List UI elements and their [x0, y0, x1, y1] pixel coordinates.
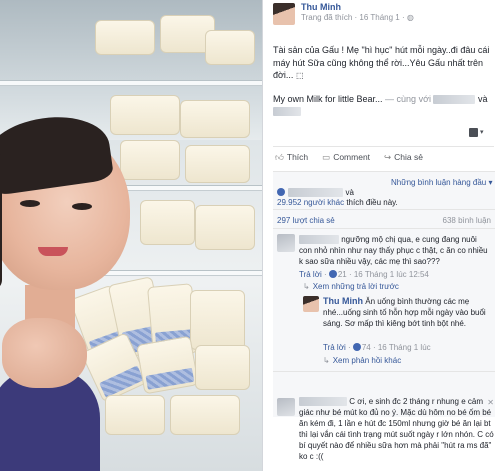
commenter-avatar-hidden[interactable] [277, 398, 295, 416]
post-photo[interactable] [0, 0, 262, 471]
with-label: — cùng với [385, 93, 431, 104]
post-actions: 👍︎ Thích ▭ Comment ↪ Chia sẻ [275, 152, 423, 163]
reply-arrow-icon: ↳ [323, 356, 330, 365]
author-avatar[interactable] [273, 3, 295, 25]
milk-bag [136, 335, 199, 395]
post-text: Tài sản của Gấu ! Mẹ "hì hục" hút mỗi ng… [273, 44, 493, 130]
tagged-friend-hidden[interactable] [273, 107, 301, 117]
tagged-friend-hidden[interactable] [433, 94, 476, 104]
person-mouth [38, 247, 68, 256]
milk-bag [120, 140, 180, 180]
status-line: My own Milk for little Bear... [273, 93, 383, 104]
thumbs-up-icon [328, 270, 337, 278]
person-hair [0, 150, 2, 290]
view-more-replies-link[interactable]: ↳ Xem phản hồi khác [323, 356, 401, 365]
reply-link[interactable]: Trả lời [323, 343, 346, 352]
comment-like-count[interactable]: 74 [362, 343, 371, 352]
view-previous-replies-link[interactable]: ↳ Xem những trả lời trước [303, 282, 399, 291]
comment-date[interactable]: 16 Tháng 1 lúc [378, 343, 431, 352]
thumbs-up-icon [277, 188, 285, 196]
commenter-name-hidden[interactable] [299, 235, 339, 245]
commenter-name[interactable]: Thu Minh [323, 296, 363, 306]
freezer-shelf [0, 80, 262, 86]
comment-actions: Trả lời · 74 · 16 Tháng 1 lúc [323, 343, 431, 352]
post-date[interactable]: 16 Tháng 1 [359, 13, 399, 22]
comment-sort-dropdown[interactable]: Những bình luận hàng đầu ▾ [391, 178, 492, 187]
comment-like-count[interactable]: 21 [338, 270, 347, 279]
reply-arrow-icon: ↳ [303, 282, 310, 291]
chevron-down-icon[interactable]: ▾ [480, 128, 487, 137]
post-detail-panel: Thu Minh Trang đã thích · 16 Tháng 1 · ◍… [262, 0, 500, 471]
likes-summary: và [277, 188, 354, 198]
milk-bag [140, 200, 195, 245]
thumbs-up-icon: 👍︎ [275, 152, 284, 162]
author-avatar[interactable] [303, 296, 319, 312]
chevron-down-icon: ▾ [488, 178, 493, 187]
comment-actions: Trả lời · 21 · 16 Tháng 1 lúc 12:54 [299, 270, 429, 279]
speech-bubble-icon: ▭ [322, 152, 331, 162]
milk-bag [170, 395, 240, 435]
status-line: Tài sản của Gấu ! Mẹ "hì hục" hút mỗi ng… [273, 45, 490, 80]
likes-count-row: 29.952 người khác thích điều này. [277, 198, 398, 207]
comment-date[interactable]: 16 Tháng 1 lúc 12:54 [354, 270, 429, 279]
page-label: Trang đã thích [301, 13, 353, 22]
milk-bag [185, 145, 250, 183]
close-icon[interactable]: ✕ [487, 398, 494, 407]
comment-text: ngưỡng mộ chị qua, e cung đang nuôi con … [299, 235, 488, 266]
liker-hidden[interactable] [288, 188, 344, 198]
commenter-name-hidden[interactable] [299, 397, 347, 407]
milk-bag [95, 20, 155, 55]
comment-text: Thu Minh Ăn uống bình thường các mẹ nhé.… [323, 296, 486, 328]
divider [273, 371, 495, 372]
milk-bag [195, 205, 255, 250]
share-arrow-icon: ↪ [384, 152, 392, 162]
milk-bag [190, 290, 245, 350]
divider [273, 228, 495, 229]
milk-bag [195, 345, 250, 390]
thumbs-up-icon [352, 343, 361, 351]
person-eye [72, 203, 92, 210]
divider [273, 209, 495, 210]
person-eye [20, 200, 40, 207]
engagement-section: Những bình luận hàng đầu ▾ và 29.952 ngư… [273, 171, 495, 417]
comment-text: C ơi, e sinh đc 2 tháng r nhung e cảm gi… [299, 397, 494, 461]
divider [273, 146, 494, 147]
comments-count: 638 bình luận [442, 216, 492, 225]
post-options[interactable]: ▾ [469, 128, 487, 137]
comment-button[interactable]: ▭ Comment [322, 152, 370, 163]
post-meta: Trang đã thích · 16 Tháng 1 · ◍ [301, 13, 414, 22]
globe-icon: · ◍ [402, 13, 414, 22]
likes-suffix: thích điều này. [346, 198, 398, 207]
like-button[interactable]: 👍︎ Thích [275, 152, 308, 163]
author-name[interactable]: Thu Minh [301, 2, 414, 12]
likes-count-link[interactable]: 29.952 người khác [277, 198, 344, 207]
reply-link[interactable]: Trả lời [299, 270, 322, 279]
shares-count[interactable]: 297 lượt chia sẻ [277, 216, 335, 225]
emoji-icon: ⬚ [295, 71, 304, 80]
milk-bag [110, 95, 180, 135]
commenter-avatar-hidden[interactable] [277, 234, 295, 252]
person-hand [2, 318, 87, 388]
with-and: và [478, 93, 488, 104]
milk-bag [180, 100, 250, 138]
audience-icon[interactable] [469, 128, 478, 137]
milk-bag [205, 30, 255, 65]
share-button[interactable]: ↪ Chia sẻ [384, 152, 423, 163]
likes-and: và [345, 188, 354, 197]
milk-bag [105, 395, 165, 435]
